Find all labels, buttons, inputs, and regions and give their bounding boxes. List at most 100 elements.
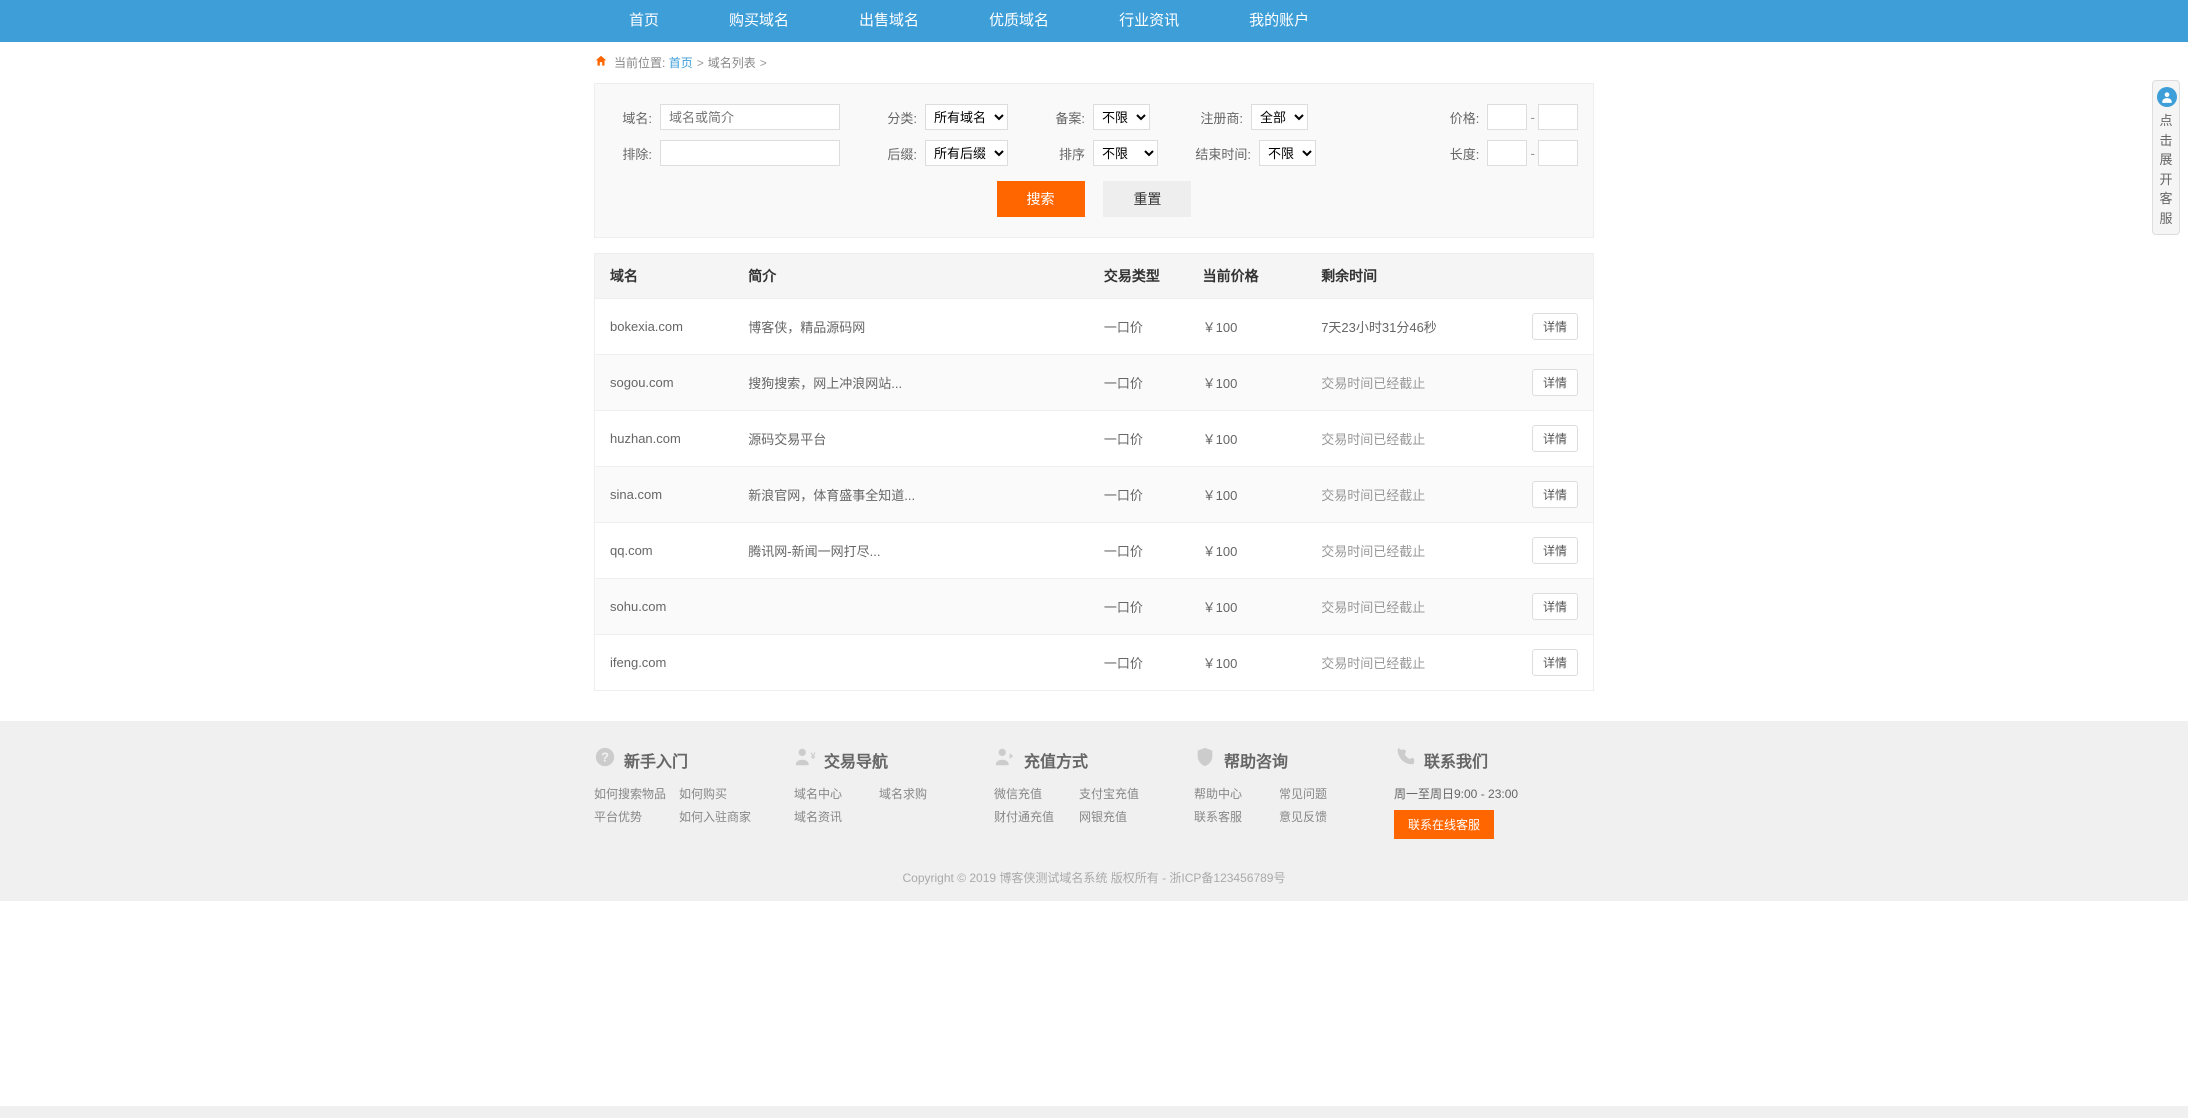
footer-link[interactable]: 帮助中心	[1194, 785, 1279, 802]
footer: ?新手入门如何搜索物品如何购买平台优势如何入驻商家¥交易导航域名中心域名求购域名…	[0, 721, 2188, 854]
domain-table: 域名 简介 交易类型 当前价格 剩余时间 bokexia.com博客侠，精品源码…	[594, 253, 1594, 691]
filter-suffix-label: 后缀:	[875, 144, 917, 163]
th-domain: 域名	[610, 266, 748, 286]
cell-domain: sogou.com	[610, 375, 748, 390]
nav-item[interactable]: 优质域名	[954, 0, 1084, 42]
length-max-input[interactable]	[1538, 140, 1578, 166]
breadcrumb-sep: >	[697, 56, 704, 70]
footer-link[interactable]: 如何搜索物品	[594, 785, 679, 802]
cell-price: ￥100	[1203, 597, 1322, 616]
footer-col: ?新手入门如何搜索物品如何购买平台优势如何入驻商家	[594, 746, 794, 839]
cell-type: 一口价	[1104, 541, 1203, 560]
cell-type: 一口价	[1104, 429, 1203, 448]
nav-item[interactable]: 行业资讯	[1084, 0, 1214, 42]
domain-input[interactable]	[660, 104, 840, 130]
registrar-select[interactable]: 全部	[1251, 104, 1308, 130]
detail-button[interactable]: 详情	[1532, 481, 1578, 508]
detail-button[interactable]: 详情	[1532, 313, 1578, 340]
breadcrumb: 当前位置: 首页 > 域名列表 >	[594, 42, 1594, 83]
filter-beian-label: 备案:	[1043, 108, 1085, 127]
beian-select[interactable]: 不限	[1093, 104, 1150, 130]
footer-heading: 帮助咨询	[1194, 746, 1394, 773]
footer-link[interactable]: 财付通充值	[994, 808, 1079, 825]
cell-domain: huzhan.com	[610, 431, 748, 446]
footer-link[interactable]: 微信充值	[994, 785, 1079, 802]
cell-price: ￥100	[1203, 429, 1322, 448]
cell-desc: 搜狗搜索，网上冲浪网站...	[748, 373, 1104, 392]
shield-icon	[1194, 746, 1216, 773]
footer-heading: ?新手入门	[594, 746, 794, 773]
length-min-input[interactable]	[1487, 140, 1527, 166]
search-button[interactable]: 搜索	[997, 181, 1085, 217]
endtime-select[interactable]: 不限	[1259, 140, 1316, 166]
cell-time: 7天23小时31分46秒	[1321, 317, 1519, 336]
breadcrumb-home-link[interactable]: 首页	[669, 54, 693, 71]
footer-link[interactable]: 如何入驻商家	[679, 808, 764, 825]
table-row: qq.com腾讯网-新闻一网打尽...一口价￥100交易时间已经截止详情	[595, 522, 1593, 578]
person-arrow-icon	[994, 746, 1016, 773]
contact-hours: 周一至周日9:00 - 23:00	[1394, 785, 1594, 802]
top-nav: 首页购买域名出售域名优质域名行业资讯我的账户	[0, 0, 2188, 42]
breadcrumb-current: 域名列表	[708, 54, 756, 71]
table-row: sina.com新浪官网，体育盛事全知道...一口价￥100交易时间已经截止详情	[595, 466, 1593, 522]
price-min-input[interactable]	[1487, 104, 1527, 130]
contact-button[interactable]: 联系在线客服	[1394, 810, 1494, 839]
cell-desc: 腾讯网-新闻一网打尽...	[748, 541, 1104, 560]
price-max-input[interactable]	[1538, 104, 1578, 130]
cell-type: 一口价	[1104, 485, 1203, 504]
side-service-toggle[interactable]: 点击展开客服	[2152, 80, 2180, 235]
horizontal-scrollbar[interactable]	[0, 1106, 2188, 1118]
detail-button[interactable]: 详情	[1532, 369, 1578, 396]
footer-col: 充值方式微信充值支付宝充值财付通充值网银充值	[994, 746, 1194, 839]
filter-category-label: 分类:	[875, 108, 917, 127]
service-icon	[2157, 87, 2177, 107]
footer-link[interactable]: 域名资讯	[794, 808, 879, 825]
question-icon: ?	[594, 746, 616, 773]
footer-link[interactable]: 联系客服	[1194, 808, 1279, 825]
exclude-input[interactable]	[660, 140, 840, 166]
detail-button[interactable]: 详情	[1532, 593, 1578, 620]
sort-select[interactable]: 不限	[1093, 140, 1158, 166]
suffix-select[interactable]: 所有后缀	[925, 140, 1008, 166]
cell-price: ￥100	[1203, 317, 1322, 336]
category-select[interactable]: 所有域名	[925, 104, 1008, 130]
nav-item[interactable]: 我的账户	[1214, 0, 1344, 42]
footer-link[interactable]: 域名求购	[879, 785, 964, 802]
nav-item[interactable]: 出售域名	[824, 0, 954, 42]
cell-domain: bokexia.com	[610, 319, 748, 334]
footer-link[interactable]: 常见问题	[1279, 785, 1364, 802]
nav-item[interactable]: 购买域名	[694, 0, 824, 42]
range-sep: -	[1530, 109, 1535, 125]
cell-time: 交易时间已经截止	[1321, 541, 1519, 560]
footer-link[interactable]: 意见反馈	[1279, 808, 1364, 825]
footer-heading: 联系我们	[1394, 746, 1594, 773]
cell-price: ￥100	[1203, 373, 1322, 392]
th-type: 交易类型	[1104, 266, 1203, 286]
detail-button[interactable]: 详情	[1532, 649, 1578, 676]
range-sep: -	[1530, 145, 1535, 161]
svg-text:¥: ¥	[811, 751, 817, 761]
detail-button[interactable]: 详情	[1532, 537, 1578, 564]
footer-heading: 充值方式	[994, 746, 1194, 773]
home-icon	[594, 54, 608, 71]
table-row: ifeng.com一口价￥100交易时间已经截止详情	[595, 634, 1593, 690]
filter-exclude-label: 排除:	[610, 144, 652, 163]
detail-button[interactable]: 详情	[1532, 425, 1578, 452]
reset-button[interactable]: 重置	[1103, 181, 1191, 217]
footer-link[interactable]: 支付宝充值	[1079, 785, 1164, 802]
footer-link[interactable]: 网银充值	[1079, 808, 1164, 825]
footer-link[interactable]: 域名中心	[794, 785, 879, 802]
nav-item[interactable]: 首页	[594, 0, 694, 42]
filter-length-label: 长度:	[1437, 144, 1479, 163]
filter-registrar-label: 注册商:	[1185, 108, 1243, 127]
cell-price: ￥100	[1203, 653, 1322, 672]
cell-desc: 源码交易平台	[748, 429, 1104, 448]
svg-text:?: ?	[601, 750, 609, 765]
th-time: 剩余时间	[1321, 266, 1519, 286]
filter-price-label: 价格:	[1437, 108, 1479, 127]
icp-link[interactable]: 浙ICP备123456789号	[1169, 871, 1285, 885]
footer-link[interactable]: 平台优势	[594, 808, 679, 825]
breadcrumb-sep: >	[760, 56, 767, 70]
footer-link[interactable]: 如何购买	[679, 785, 764, 802]
copyright-text: Copyright © 2019 博客侠测试域名系统 版权所有 -	[903, 871, 1170, 885]
